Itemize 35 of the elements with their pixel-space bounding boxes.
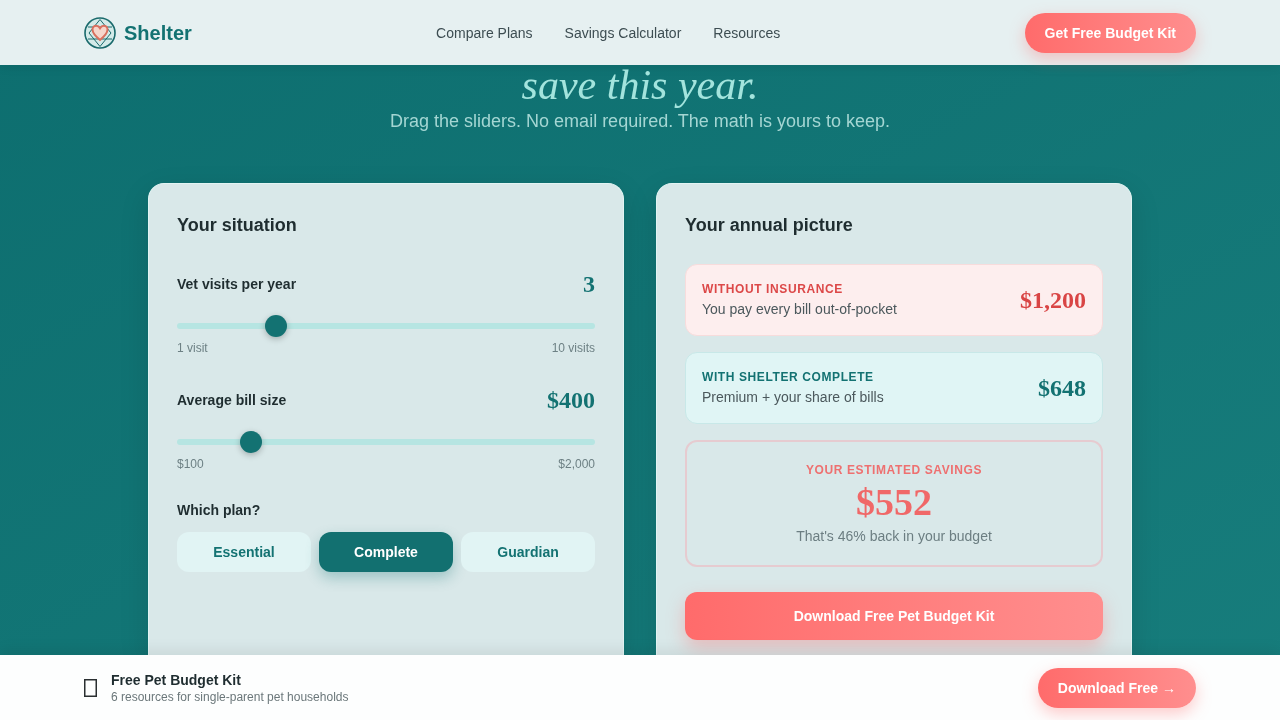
nav-link[interactable]: Savings Calculator — [564, 22, 682, 43]
cost-amount: $1,200 — [1020, 286, 1086, 315]
offer-title: Free Pet Budget Kit — [111, 670, 242, 689]
offer-subtitle: 6 resources for single-parent pet households — [111, 688, 349, 705]
heart-emblem-logo-icon — [84, 16, 116, 49]
savings-note: That's 46% back in your budget — [796, 526, 992, 546]
rectangle-outline-icon — [84, 678, 97, 697]
cost-description: You pay every bill out-of-pocket — [702, 300, 897, 319]
cost-label: WITH SHELTER COMPLETE — [702, 369, 875, 385]
savings-amount: $552 — [856, 481, 932, 522]
nav-link[interactable]: Resources — [713, 22, 781, 43]
get-budget-kit-button[interactable]: Get Free Budget Kit — [1024, 12, 1196, 53]
cost-label: WITHOUT INSURANCE — [702, 281, 844, 297]
slider-value: $400 — [547, 386, 595, 415]
plan-option[interactable]: Complete — [319, 532, 453, 572]
slider-label: Average bill size — [177, 391, 287, 410]
cost-description: Premium + your share of bills — [702, 388, 884, 407]
slider-max-label: 10 visits — [551, 340, 595, 356]
slider-value: 3 — [583, 270, 595, 299]
nav-link[interactable]: Compare Plans — [436, 22, 533, 43]
slider-min-label: $100 — [177, 456, 204, 472]
savings-label: YOUR ESTIMATED SAVINGS — [805, 461, 983, 478]
hero-subtitle: Drag the sliders. No email required. The math is yours to keep. — [390, 110, 890, 132]
plan-question: Which plan? — [177, 501, 262, 520]
slider-thumb[interactable] — [239, 431, 262, 453]
plan-option[interactable]: Guardian — [461, 532, 595, 572]
plan-option[interactable]: Essential — [177, 532, 311, 572]
brand-name: Shelter — [124, 20, 192, 46]
slider-thumb[interactable] — [264, 315, 287, 337]
slider-max-label: $2,000 — [558, 456, 595, 472]
slider-label: Vet visits per year — [177, 275, 297, 294]
cost-amount: $648 — [1038, 374, 1086, 403]
slider-min-label: 1 visit — [177, 340, 208, 356]
panel-title: Your annual picture — [685, 214, 854, 237]
panel-title: Your situation — [177, 214, 298, 237]
